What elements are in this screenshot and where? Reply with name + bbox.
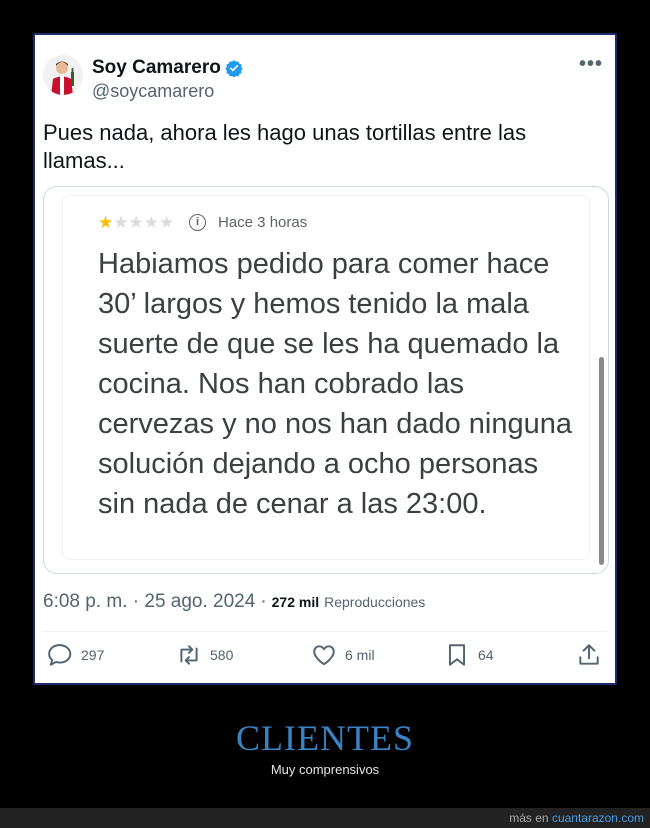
- tweet-card: Soy Camarero @soycamarero ••• Pues nada,…: [33, 33, 617, 685]
- bookmark-count: 64: [478, 647, 494, 663]
- footer-bar: más en cuantarazon.com: [0, 808, 650, 828]
- repost-count: 580: [210, 647, 234, 663]
- footer-text: más en cuantarazon.com: [509, 811, 644, 825]
- rating-stars: ★ ★ ★ ★ ★: [98, 214, 174, 231]
- star-empty-icon: ★: [159, 213, 175, 232]
- divider: [43, 631, 607, 632]
- star-empty-icon: ★: [143, 213, 159, 232]
- more-options-button[interactable]: •••: [579, 53, 603, 76]
- heart-icon: [313, 645, 335, 666]
- info-icon: i: [189, 214, 206, 231]
- review-time: Hace 3 horas: [218, 214, 308, 231]
- scrollbar[interactable]: [599, 357, 604, 565]
- timestamp[interactable]: 6:08 p. m. · 25 ago. 2024: [43, 591, 255, 613]
- star-filled-icon: ★: [98, 213, 114, 232]
- views-count: 272 mil: [271, 594, 320, 610]
- views-label: Reproducciones: [324, 594, 426, 610]
- avatar[interactable]: [43, 55, 83, 95]
- tweet-meta: 6:08 p. m. · 25 ago. 2024 · 272 mil Repr…: [43, 591, 425, 613]
- reply-button[interactable]: 297: [47, 642, 104, 668]
- meta-separator: ·: [260, 591, 267, 612]
- reply-icon: [48, 644, 72, 666]
- caption-title: CLIENTES: [236, 718, 414, 758]
- review-screenshot: ★ ★ ★ ★ ★ i Hace 3 horas Habiamos pedido par…: [62, 195, 590, 560]
- tweet-text: Pues nada, ahora les hago unas tortillas…: [43, 120, 527, 173]
- display-name[interactable]: Soy Camarero: [92, 57, 243, 79]
- footer-prefix: más en: [509, 811, 552, 825]
- repost-button[interactable]: 580: [176, 642, 233, 668]
- star-empty-icon: ★: [128, 213, 144, 232]
- star-empty-icon: ★: [113, 213, 129, 232]
- like-count: 6 mil: [345, 647, 375, 663]
- handle[interactable]: @soycamarero: [92, 81, 214, 102]
- waiter-avatar-icon: [43, 55, 83, 95]
- reply-count: 297: [81, 647, 105, 663]
- bookmark-icon: [448, 644, 466, 666]
- like-button[interactable]: 6 mil: [311, 642, 375, 668]
- display-name-text: Soy Camarero: [92, 57, 221, 78]
- bookmark-button[interactable]: 64: [444, 642, 494, 668]
- share-button[interactable]: [576, 642, 602, 668]
- media-attachment[interactable]: ★ ★ ★ ★ ★ i Hace 3 horas Habiamos pedido par…: [43, 186, 609, 574]
- share-icon: [579, 644, 599, 665]
- caption-subtitle: Muy comprensivos: [270, 762, 380, 777]
- verified-badge-icon: [225, 60, 243, 77]
- review-body: Habiamos pedido para comer hace 30’ larg…: [98, 248, 573, 520]
- action-bar: 297 580 6 mil 64: [35, 638, 615, 674]
- repost-icon: [180, 645, 198, 665]
- footer-site-link[interactable]: cuantarazon.com: [552, 811, 644, 825]
